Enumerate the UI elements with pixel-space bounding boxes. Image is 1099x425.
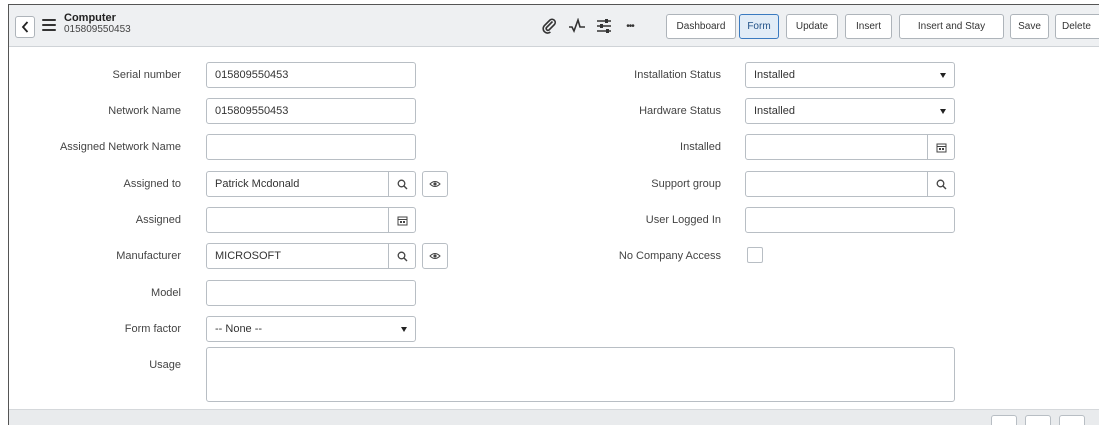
manufacturer-label: Manufacturer <box>116 250 181 262</box>
form-header: Computer 015809550453 ••• Dashboard Form… <box>9 5 1099 47</box>
eye-icon <box>429 181 441 187</box>
manufacturer-preview-button[interactable] <box>422 243 448 269</box>
footer-button[interactable] <box>1059 415 1085 425</box>
app-frame: Computer 015809550453 ••• Dashboard Form… <box>8 4 1099 425</box>
installed-label: Installed <box>680 141 721 153</box>
insert-button[interactable]: Insert <box>845 14 892 39</box>
record-type-title: Computer <box>64 12 116 24</box>
footer-button[interactable] <box>1025 415 1051 425</box>
more-icon[interactable]: ••• <box>620 17 640 35</box>
support-group-lookup-button[interactable] <box>927 171 955 197</box>
hardware-status-select[interactable]: Installed <box>745 98 955 124</box>
no-company-access-checkbox[interactable] <box>747 247 763 263</box>
dashboard-button[interactable]: Dashboard <box>666 14 736 39</box>
back-button[interactable] <box>15 16 35 38</box>
hardware-status-selected-value: Installed <box>754 105 795 117</box>
eye-icon <box>429 253 441 259</box>
delete-button[interactable]: Delete <box>1055 14 1099 39</box>
no-company-access-label: No Company Access <box>618 250 721 262</box>
form-footer-bar <box>9 409 1099 425</box>
form-factor-selected-value: -- None -- <box>215 323 263 335</box>
paperclip-icon[interactable] <box>540 17 560 35</box>
installation-status-select[interactable]: Installed <box>745 62 955 88</box>
form-title: Computer 015809550453 <box>64 12 131 36</box>
form-button[interactable]: Form <box>739 14 779 39</box>
dropdown-arrow-icon <box>940 73 946 78</box>
form-factor-select[interactable]: -- None -- <box>206 316 416 342</box>
hamburger-icon[interactable] <box>42 19 56 31</box>
model-label: Model <box>151 287 181 299</box>
manufacturer-lookup-button[interactable] <box>388 243 416 269</box>
network-name-input[interactable]: 015809550453 <box>206 98 416 124</box>
user-logged-in-label: User Logged In <box>645 214 721 226</box>
installed-calendar-button[interactable] <box>927 134 955 160</box>
save-button[interactable]: Save <box>1010 14 1049 39</box>
installation-status-label: Installation Status <box>634 69 721 81</box>
calendar-icon <box>936 143 946 152</box>
usage-label: Usage <box>149 359 181 371</box>
chevron-left-icon <box>21 21 29 33</box>
search-icon <box>936 179 946 189</box>
serial-number-input[interactable]: 015809550453 <box>206 62 416 88</box>
assigned-to-label: Assigned to <box>123 178 181 190</box>
settings-sliders-icon[interactable] <box>594 17 614 35</box>
manufacturer-input[interactable]: MICROSOFT <box>206 243 389 269</box>
form-factor-label: Form factor <box>124 323 181 335</box>
footer-button[interactable] <box>991 415 1017 425</box>
assigned-to-input[interactable]: Patrick Mcdonald <box>206 171 389 197</box>
support-group-label: Support group <box>651 178 721 190</box>
model-input[interactable] <box>206 280 416 306</box>
assigned-calendar-button[interactable] <box>388 207 416 233</box>
serial-number-label: Serial number <box>112 69 181 81</box>
dropdown-arrow-icon <box>940 109 946 114</box>
user-logged-in-input[interactable] <box>745 207 955 233</box>
installation-status-selected-value: Installed <box>754 69 795 81</box>
network-name-label: Network Name <box>108 105 181 117</box>
installed-date-input[interactable] <box>745 134 928 160</box>
hardware-status-label: Hardware Status <box>639 105 721 117</box>
assigned-network-name-label: Assigned Network Name <box>59 141 181 153</box>
dropdown-arrow-icon <box>401 327 407 332</box>
activity-icon[interactable] <box>567 17 587 35</box>
assigned-network-name-input[interactable] <box>206 134 416 160</box>
search-icon <box>397 251 407 261</box>
assigned-to-preview-button[interactable] <box>422 171 448 197</box>
assigned-date-input[interactable] <box>206 207 389 233</box>
insert-and-stay-button[interactable]: Insert and Stay <box>899 14 1004 39</box>
calendar-icon <box>397 216 407 225</box>
usage-textarea[interactable] <box>206 347 955 402</box>
update-button[interactable]: Update <box>786 14 838 39</box>
search-icon <box>397 179 407 189</box>
assigned-label: Assigned <box>135 214 181 226</box>
record-number-subtitle: 015809550453 <box>64 24 131 35</box>
assigned-to-lookup-button[interactable] <box>388 171 416 197</box>
support-group-input[interactable] <box>745 171 928 197</box>
